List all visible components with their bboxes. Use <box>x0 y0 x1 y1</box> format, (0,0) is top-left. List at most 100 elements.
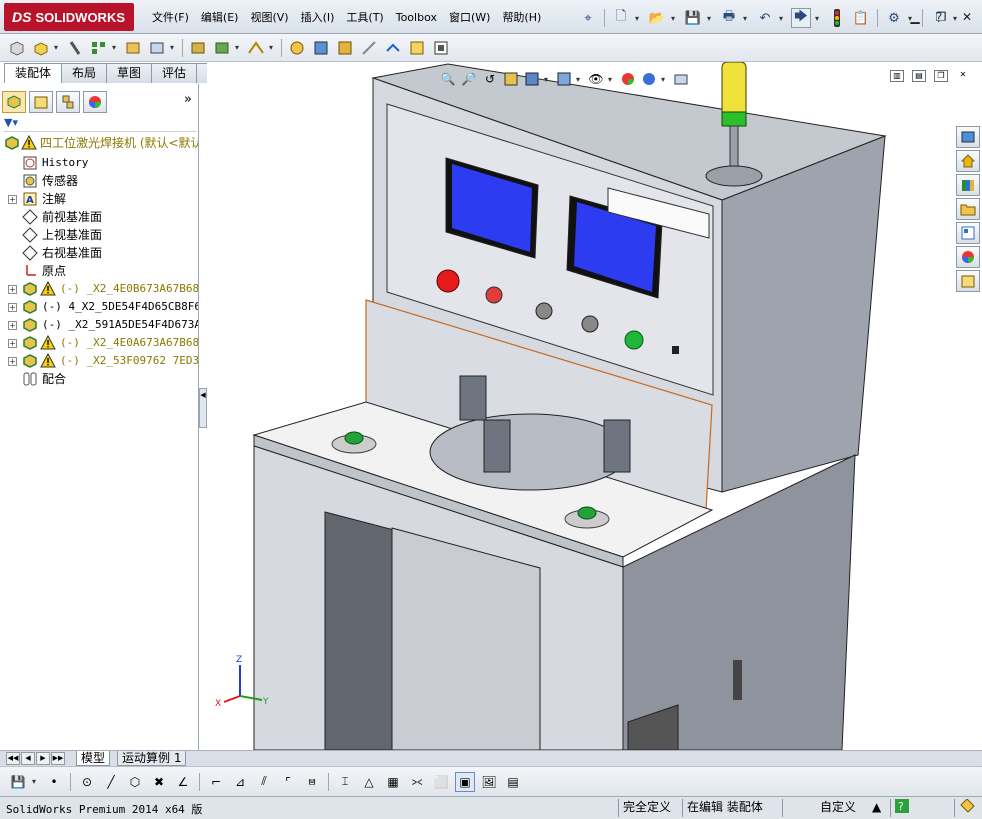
previous-view-icon[interactable]: ↺ <box>481 70 499 88</box>
line-icon[interactable]: ╱ <box>101 772 121 792</box>
tree-item[interactable]: + A 注解 <box>0 190 198 208</box>
print-icon[interactable]: 🖶 <box>719 8 739 28</box>
chevron-down-icon[interactable]: ▾ <box>779 14 787 23</box>
chevron-down-icon[interactable]: ▾ <box>608 75 616 84</box>
file-properties-icon[interactable]: 📋 <box>851 8 871 28</box>
sketch-picture-icon[interactable]: 🖼 <box>479 772 499 792</box>
assembly-features-icon[interactable] <box>211 37 233 59</box>
property-manager-icon[interactable] <box>29 91 53 113</box>
show-hidden-icon[interactable] <box>187 37 209 59</box>
table-icon[interactable]: ▤ <box>503 772 523 792</box>
exploded-view-icon[interactable] <box>334 37 356 59</box>
view-settings-icon[interactable] <box>672 70 690 88</box>
viewport-restore-icon[interactable]: ❐ <box>934 70 948 82</box>
menu-item-3[interactable]: 插入(I) <box>295 8 341 28</box>
undo-icon[interactable]: ↶ <box>755 8 775 28</box>
menu-item-1[interactable]: 编辑(E) <box>195 8 245 28</box>
expand-icon[interactable]: + <box>8 339 17 348</box>
tree-root[interactable]: 四工位激光焊接机 (默认<默认 <box>0 134 198 154</box>
feature-manager-icon[interactable] <box>2 91 26 113</box>
menu-item-5[interactable]: Toolbox <box>390 8 443 28</box>
help-status-icon[interactable]: ? <box>890 799 912 817</box>
polygon-icon[interactable]: ⬡ <box>125 772 145 792</box>
solidworks-resources-icon[interactable] <box>956 126 980 148</box>
take-snapshot-icon[interactable] <box>430 37 452 59</box>
expand-icon[interactable]: + <box>8 285 17 294</box>
expand-icon[interactable]: + <box>8 357 17 366</box>
sketch-mirror-icon[interactable]: ⪥ <box>407 772 427 792</box>
model-3d-view[interactable]: Z Y X <box>207 62 982 750</box>
chevron-down-icon[interactable]: ▾ <box>112 43 120 52</box>
corner-rectangle-icon[interactable]: ⌜ <box>278 772 298 792</box>
viewport-split-icon[interactable]: ▥ <box>890 70 904 82</box>
angle-icon[interactable]: ∠ <box>173 772 193 792</box>
view-shaded-icon[interactable]: ▣ <box>455 771 475 792</box>
menu-item-7[interactable]: 帮助(H) <box>496 8 547 28</box>
expand-icon[interactable]: + <box>8 303 17 312</box>
smart-dimension-icon[interactable]: ⌶ <box>335 772 355 792</box>
tree-item[interactable]: History <box>0 154 198 172</box>
smart-fasteners-icon[interactable] <box>122 37 144 59</box>
move-component-icon[interactable] <box>146 37 168 59</box>
viewport-split-h-icon[interactable]: ▤ <box>912 70 926 82</box>
tree-item[interactable]: 配合 <box>0 370 198 388</box>
explode-line-sketch-icon[interactable] <box>358 37 380 59</box>
linear-pattern-icon[interactable] <box>88 37 110 59</box>
expand-icon[interactable]: + <box>8 321 17 330</box>
view-orientation-icon[interactable] <box>523 70 541 88</box>
tree-item[interactable]: 前视基准面 <box>0 208 198 226</box>
solidworks-logo[interactable]: DS SOLIDWORKS <box>4 3 134 31</box>
tab-motion-study[interactable]: 运动算例 1 <box>117 751 187 766</box>
chevron-down-icon[interactable]: ▾ <box>707 14 715 23</box>
appearances-scenes-icon[interactable] <box>956 246 980 268</box>
bill-of-materials-icon[interactable] <box>310 37 332 59</box>
viewport-close-icon[interactable]: ✕ <box>956 70 970 82</box>
menu-item-2[interactable]: 视图(V) <box>244 8 294 28</box>
chevron-down-icon[interactable]: ▾ <box>54 43 62 52</box>
tag-icon[interactable] <box>954 798 978 817</box>
construction-geometry-icon[interactable]: ⩏ <box>302 772 322 792</box>
apply-scene-icon[interactable] <box>640 70 658 88</box>
tab-0[interactable]: 装配体 <box>4 63 63 83</box>
chevron-down-icon[interactable]: ▾ <box>170 43 178 52</box>
tree-item[interactable]: 右视基准面 <box>0 244 198 262</box>
select-pointer-icon[interactable]: 🡆 <box>791 8 811 28</box>
tree-item[interactable]: 上视基准面 <box>0 226 198 244</box>
display-manager-icon[interactable] <box>83 91 107 113</box>
insert-component-icon[interactable] <box>6 37 28 59</box>
tree-item[interactable]: + (-) 4_X2_5DE54F4D65CB8F6C5 <box>0 298 198 316</box>
trim-icon[interactable]: ✖ <box>149 772 169 792</box>
save-icon[interactable]: 💾 <box>683 8 703 28</box>
configuration-manager-icon[interactable] <box>56 91 80 113</box>
custom-properties-icon[interactable] <box>956 270 980 292</box>
sketch-chamfer-icon[interactable]: ⊿ <box>230 772 250 792</box>
sketch-fillet-icon[interactable]: ⌐ <box>206 772 226 792</box>
display-style-icon[interactable] <box>555 70 573 88</box>
chevron-down-icon[interactable]: ▾ <box>269 43 277 52</box>
prev-tab-icon[interactable]: ◀ <box>21 752 35 765</box>
3d-sketch-icon[interactable]: ⬜ <box>431 772 451 792</box>
menu-item-4[interactable]: 工具(T) <box>340 8 389 28</box>
graphics-area[interactable]: Z Y X 🔍 🔎 ↺ ▾ ▾ 👁 ▾ ▾ ▥ ▤ ❐ ✕ <box>207 62 982 750</box>
instant3d-icon[interactable] <box>382 37 404 59</box>
zoom-to-area-icon[interactable]: 🔎 <box>460 70 478 88</box>
chevron-down-icon[interactable]: ▾ <box>815 14 823 23</box>
tab-1[interactable]: 布局 <box>61 63 108 83</box>
first-tab-icon[interactable]: ◀◀ <box>6 752 20 765</box>
close-icon[interactable]: ✕ <box>958 8 976 26</box>
save-icon[interactable]: 💾 <box>8 772 28 792</box>
next-tab-icon[interactable]: ▶ <box>36 752 50 765</box>
menu-item-0[interactable]: 文件(F) <box>146 8 195 28</box>
tree-item[interactable]: + (-) _X2_53F09762 7ED3678 <box>0 352 198 370</box>
chevron-right-icon[interactable]: » <box>184 92 192 107</box>
new-part-icon[interactable] <box>30 37 52 59</box>
home-icon[interactable] <box>956 150 980 172</box>
filter-icon[interactable]: ▼▾ <box>4 116 18 129</box>
chevron-down-icon[interactable]: ▾ <box>743 14 751 23</box>
new-document-icon[interactable]: 🗋 <box>611 8 631 28</box>
section-view-icon[interactable] <box>502 70 520 88</box>
tree-item[interactable]: 原点 <box>0 262 198 280</box>
tab-model[interactable]: 模型 <box>76 751 111 766</box>
minimize-icon[interactable]: ▁ <box>906 8 924 26</box>
hide-show-items-icon[interactable]: 👁 <box>587 70 605 88</box>
